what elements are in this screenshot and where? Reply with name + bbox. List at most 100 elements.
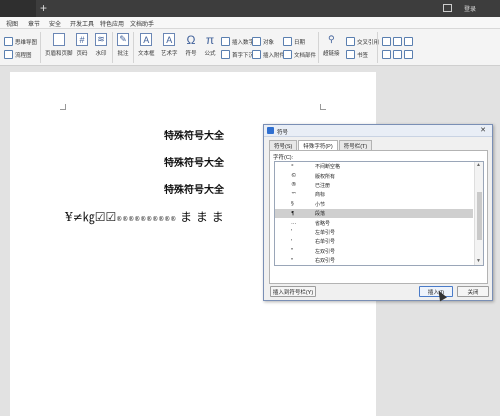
page-number-icon: # [76,33,88,46]
special-char-list[interactable]: ° 不间断空格 © 版权所有 ® 已注册 ™ 商标 § 小节 ¶ 段落 … 省略号 ' 左单引号… [274,161,484,266]
document-text-line[interactable]: 特殊符号大全 [164,154,224,169]
textbox-label: 文本框 [138,51,155,57]
list-item[interactable]: ' 右单引号 [275,237,473,246]
char-glyph: ® [291,182,297,189]
grid-icon [382,50,391,59]
layout-icons-row-1[interactable] [382,37,415,46]
symbol-button[interactable]: Ω 符号 [185,33,197,58]
close-icon[interactable]: ✕ [477,126,489,135]
list-scrollbar[interactable]: ▲ ▼ [474,162,483,265]
menu-chapter[interactable]: 章节 [28,19,40,28]
char-name: 商标 [315,192,326,199]
insert-attachment-button[interactable]: 插入附件 [252,50,285,59]
char-name: 左单引号 [315,229,336,236]
registered-symbols: ®®®®®®®®®® [116,216,177,223]
bookmark-label: 书签 [357,52,369,59]
scrollbar-thumb[interactable] [477,192,482,240]
close-button[interactable]: 关闭 [457,286,489,297]
header-footer-button[interactable]: 页眉和页脚 [45,33,73,57]
tab-panel: 字符(C): ° 不间断空格 © 版权所有 ® 已注册 ™ 商标 § 小节 ¶ 段落 … 省略… [269,150,488,284]
char-name: 左双引号 [315,248,336,255]
list-item[interactable]: ° 不间断空格 [275,162,473,171]
number-icon [221,37,230,46]
comment-icon: ✎ [117,33,129,46]
window-icon[interactable] [443,4,452,12]
divider [40,32,41,63]
list-item[interactable]: § 小节 [275,200,473,209]
drop-cap-label: 首字下沉 [232,52,255,59]
hyperlink-button[interactable]: ⚲ 超链接 [323,33,340,57]
login-button[interactable]: 登录 [464,4,476,13]
characters-label: 字符(C): [273,155,294,161]
date-button[interactable]: 日期 [283,37,305,46]
page-number-label: 页码 [76,51,88,57]
textbox-button[interactable]: A 文本框 [138,33,155,57]
menu-security[interactable]: 安全 [49,19,61,28]
doc-parts-label: 文档部件 [294,52,317,59]
char-glyph: ° [291,163,294,170]
drop-cap-icon [221,50,230,59]
char-name: 段落 [315,211,326,218]
wordart-icon: A [163,33,176,46]
grid-icon [382,37,391,46]
textbox-icon: A [140,33,153,46]
comment-button[interactable]: ✎ 批注 [117,33,129,57]
drop-cap-button[interactable]: 首字下沉 [221,50,254,59]
date-label: 日期 [294,39,306,46]
doc-parts-icon [283,50,292,59]
document-tab[interactable] [0,0,36,17]
header-footer-label: 页眉和页脚 [45,51,73,57]
formula-label: 公式 [204,51,216,57]
comment-label: 批注 [117,51,129,57]
watermark-icon: ≋ [95,33,107,46]
list-item[interactable]: ' 左单引号 [275,228,473,237]
list-item[interactable]: © 版权所有 [275,171,473,180]
mind-map-button[interactable]: 思维导图 [4,37,37,46]
cross-ref-button[interactable]: 交叉引用 [346,37,379,46]
scroll-down-icon[interactable]: ▼ [476,258,481,264]
page-number-button[interactable]: # 页码 [76,33,88,57]
menu-view[interactable]: 视图 [6,19,18,28]
formula-button[interactable]: π 公式 [204,33,216,58]
doc-parts-button[interactable]: 文档部件 [283,50,316,59]
document-text-line[interactable]: 特殊符号大全 [164,127,224,142]
list-item[interactable]: ® 已注册 [275,181,473,190]
cross-ref-label: 交叉引用 [357,39,380,46]
insert-attachment-label: 插入附件 [263,52,286,59]
symbol-label: 符号 [185,51,197,57]
insert-number-button[interactable]: 插入数字 [221,37,254,46]
menu-features[interactable]: 特色应用 [100,19,124,28]
new-tab-button[interactable]: + [40,1,47,15]
margin-mark [60,104,66,110]
menu-doc-assistant[interactable]: 文档助手 [130,19,154,28]
insert-number-label: 插入数字 [232,39,255,46]
list-item[interactable]: " 右双引号 [275,256,473,265]
dialog-title-bar[interactable]: 符号 ✕ [264,125,492,137]
flowchart-button[interactable]: 流程图 [4,50,32,59]
list-item[interactable]: … 省略号 [275,218,473,227]
menu-developer[interactable]: 开发工具 [70,19,94,28]
grid-icon [393,50,402,59]
list-item-selected[interactable]: ¶ 段落 [275,209,473,219]
tab-symbols[interactable]: 符号(S) [269,140,298,150]
char-name: 右双引号 [315,258,336,265]
watermark-button[interactable]: ≋ 水印 [95,33,107,57]
tab-symbol-bar[interactable]: 符号栏(T) [338,140,373,150]
bookmark-button[interactable]: 书签 [346,50,368,59]
char-glyph: ¶ [291,210,295,217]
char-name: 版权所有 [315,173,336,180]
list-item[interactable]: ™ 商标 [275,190,473,199]
list-item[interactable]: " 左双引号 [275,247,473,256]
char-glyph: " [291,248,294,255]
wordart-label: 艺术字 [161,51,178,57]
object-button[interactable]: 对象 [252,37,274,46]
document-text-line[interactable]: 特殊符号大全 [164,181,224,196]
insert-to-symbol-bar-button[interactable]: 插入到符号栏(Y) [270,286,316,297]
mind-map-label: 思维导图 [15,39,38,46]
symbol-text-line[interactable]: ¥≠㎏☑☑®®®®®®®®®® ま ま ま [65,208,224,225]
wordart-button[interactable]: A 艺术字 [161,33,178,57]
scroll-up-icon[interactable]: ▲ [476,162,481,168]
grid-icon [404,37,413,46]
flowchart-label: 流程图 [15,52,32,59]
layout-icons-row-2[interactable] [382,50,415,59]
